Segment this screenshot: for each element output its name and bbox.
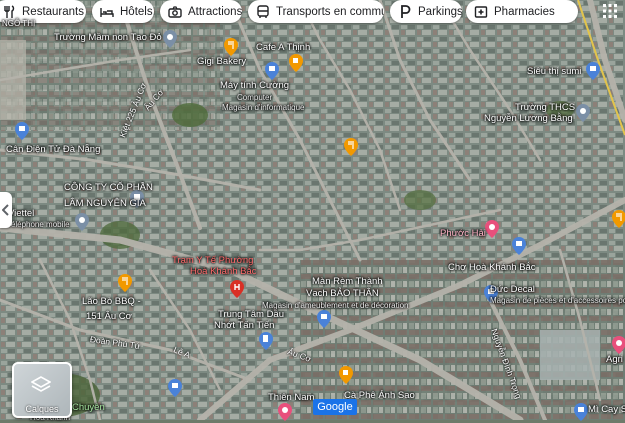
satellite-map[interactable] xyxy=(0,0,625,420)
place-label[interactable]: Cafe A Thịnh xyxy=(256,42,310,53)
shop-pin-icon[interactable] xyxy=(586,62,600,80)
bus-icon xyxy=(256,4,270,19)
place-label: NGÔ THỊ xyxy=(2,19,36,28)
shop-pin-icon[interactable] xyxy=(168,379,182,397)
google-logo: Google xyxy=(313,399,357,415)
shop-pin-icon[interactable] xyxy=(265,62,279,80)
place-label[interactable]: Chợ Hoà Khánh Bắc xyxy=(448,262,536,273)
filter-chip-bar: Restaurants Hôtels Attractions Transport… xyxy=(0,0,625,24)
pharmacy-icon xyxy=(474,5,488,19)
apps-grid-icon xyxy=(603,4,617,18)
camera-icon xyxy=(168,5,182,19)
place-label[interactable]: Hoà Khánh Bắc xyxy=(190,266,257,277)
parking-icon xyxy=(398,4,412,19)
phone-shop-pin-icon[interactable] xyxy=(75,213,89,231)
place-label[interactable]: Gigi Bakery xyxy=(197,56,246,67)
place-label: Magasin de pièces et d'accessoires pour xyxy=(490,296,625,305)
chip-label: Attractions xyxy=(188,5,242,18)
restaurant-pin-icon[interactable] xyxy=(224,38,238,56)
fork-knife-icon xyxy=(2,4,16,19)
school-pin-icon[interactable] xyxy=(576,104,590,122)
layers-label: Calques xyxy=(25,404,59,414)
place-label[interactable]: Chuyên xyxy=(72,402,105,413)
chip-label: Parkings xyxy=(418,5,462,18)
gas-station-pin-icon[interactable] xyxy=(259,332,273,350)
pink-pin-icon[interactable] xyxy=(612,336,625,354)
shop-pin-icon[interactable] xyxy=(574,403,588,421)
collapse-panel-button[interactable] xyxy=(0,192,12,228)
layers-icon xyxy=(31,376,51,392)
apps-grid-button[interactable] xyxy=(598,0,622,22)
place-label[interactable]: Agri xyxy=(606,354,623,365)
place-label[interactable]: Vạch BẢO THÂN xyxy=(306,288,379,299)
chip-hotels[interactable]: Hôtels xyxy=(92,0,154,23)
place-label[interactable]: Phước Hải xyxy=(440,228,486,239)
chip-pharmacies[interactable]: Pharmacies xyxy=(466,0,578,23)
pink-pin-icon[interactable] xyxy=(485,220,499,238)
restaurant-pin-icon[interactable] xyxy=(344,138,358,156)
chip-label: Transports en commun xyxy=(276,5,384,18)
layers-button[interactable]: Calques xyxy=(12,362,72,418)
restaurant-pin-icon[interactable] xyxy=(612,210,625,228)
place-label[interactable]: Trường THCS xyxy=(515,102,575,113)
school-pin-icon[interactable] xyxy=(163,30,177,48)
place-label[interactable]: Lão Bò BBQ - xyxy=(82,296,141,307)
place-label[interactable]: Nhớt Tấn Tiến xyxy=(214,320,274,331)
place-label: Téléphone mobile xyxy=(6,220,70,229)
place-label[interactable]: Mì Cay Sa xyxy=(588,404,625,415)
restaurant-pin-icon[interactable] xyxy=(118,274,132,292)
chip-attractions[interactable]: Attractions xyxy=(160,0,242,23)
pink-pin-icon[interactable] xyxy=(278,403,292,421)
cafe-pin-icon[interactable] xyxy=(339,366,353,384)
shop-pin-icon[interactable] xyxy=(15,122,29,140)
place-label[interactable]: Máy tính Cường xyxy=(220,80,289,91)
place-label: Magasin d'informatique xyxy=(222,103,305,112)
place-label[interactable]: LÂM NGUYÊN GIA xyxy=(64,198,146,209)
cafe-pin-icon[interactable] xyxy=(289,54,303,72)
chip-parkings[interactable]: Parkings xyxy=(390,0,462,23)
chevron-left-icon xyxy=(2,204,9,216)
place-label[interactable]: Siêu thị sumi xyxy=(527,66,581,77)
hospital-pin-icon[interactable] xyxy=(230,280,244,298)
chip-transports[interactable]: Transports en commun xyxy=(248,0,384,23)
shop-pin-icon[interactable] xyxy=(317,310,331,328)
chip-label: Hôtels xyxy=(120,5,153,18)
place-label[interactable]: 151 Âu Cơ xyxy=(86,311,132,322)
place-label[interactable]: Màn Rèm Thành xyxy=(312,276,383,287)
place-label[interactable]: Thiên Nam xyxy=(268,392,314,403)
chip-label: Restaurants xyxy=(22,5,85,18)
place-label[interactable]: CÔNG TY CỔ PHẦN xyxy=(64,182,153,193)
place-label[interactable]: Trạm Y Tế Phường xyxy=(172,255,253,266)
place-label[interactable]: Trung Tâm Dầu xyxy=(218,309,284,320)
place-label[interactable]: Đức Decal xyxy=(490,284,535,295)
place-label[interactable]: Cân Điện Tử Đà Nẵng xyxy=(6,144,100,155)
place-label[interactable]: Nguyễn Lương Bằng xyxy=(484,113,573,124)
place-label[interactable]: Trường Mầm non Tạo Đỏ xyxy=(54,32,162,43)
chip-label: Pharmacies xyxy=(494,5,555,18)
bed-icon xyxy=(100,5,114,19)
shop-pin-icon[interactable] xyxy=(512,237,526,255)
